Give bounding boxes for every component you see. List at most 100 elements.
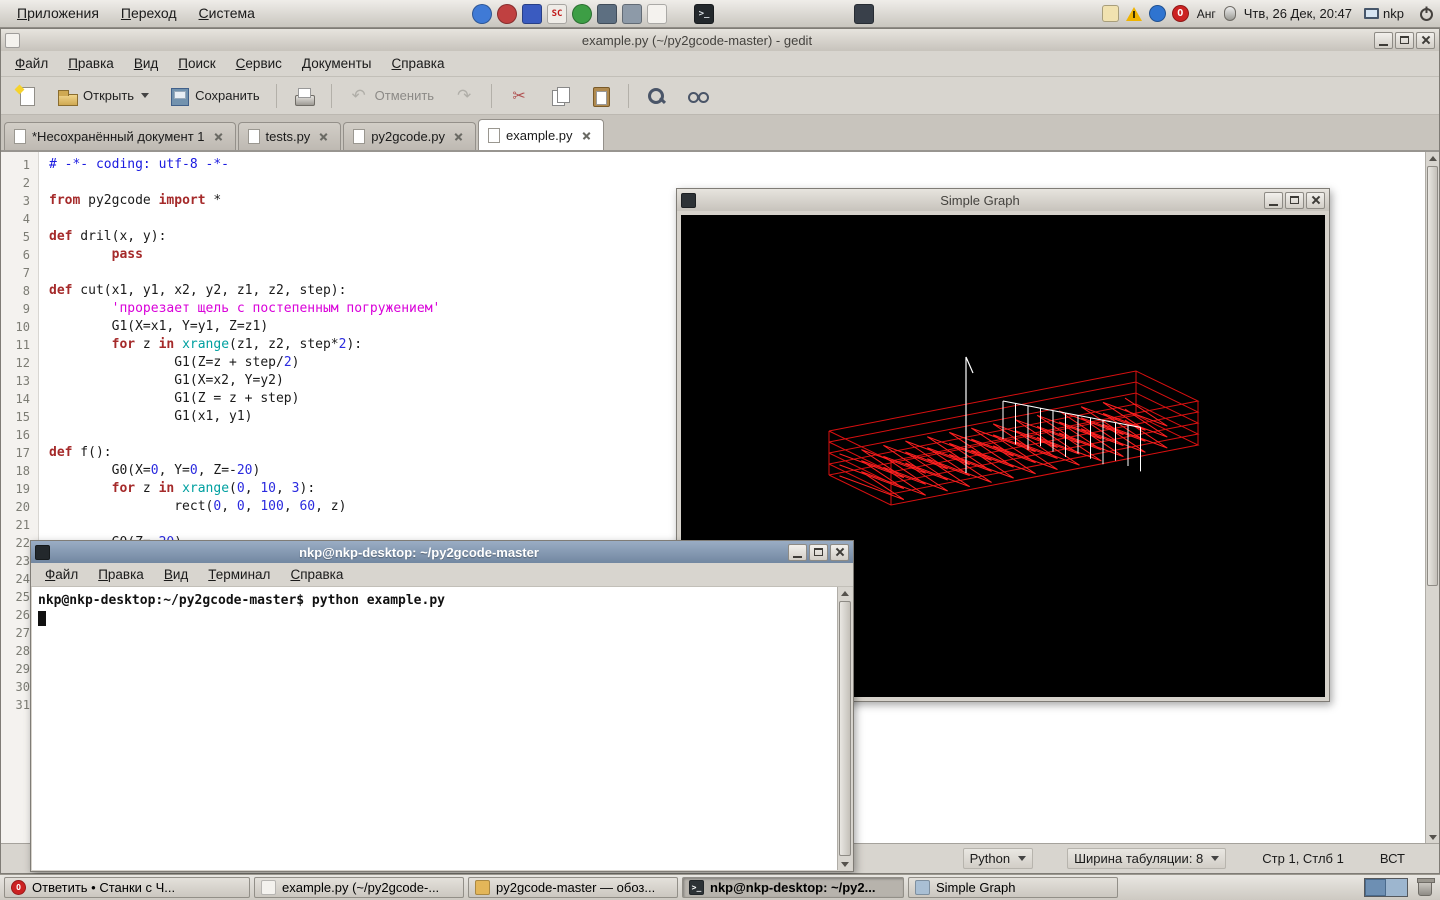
minimize-button[interactable] [788, 544, 807, 561]
redo-button[interactable]: ↷ [445, 81, 483, 111]
gedit-menu-item[interactable]: Документы [292, 51, 382, 76]
maximize-button[interactable] [1285, 192, 1304, 209]
launcher-calculator-icon[interactable] [597, 4, 617, 24]
close-button[interactable] [1306, 192, 1325, 209]
shutdown-button[interactable] [1416, 4, 1436, 24]
launcher-terminal-icon[interactable]: >_ [694, 4, 714, 24]
terminal-body[interactable]: nkp@nkp-desktop:~/py2gcode-master$ pytho… [32, 587, 852, 870]
replace-button[interactable] [678, 81, 716, 111]
taskbar-item[interactable]: py2gcode-master — обоз... [468, 877, 678, 898]
gedit-menu-item[interactable]: Поиск [168, 51, 225, 76]
find-button[interactable] [637, 81, 675, 111]
terminal-text[interactable]: nkp@nkp-desktop:~/py2gcode-master$ pytho… [32, 587, 836, 870]
panel-menu-item[interactable]: Переход [110, 0, 188, 27]
document-tab[interactable]: *Несохранённый документ 1 [4, 122, 236, 150]
open-folder-icon [56, 85, 78, 107]
minimize-button[interactable] [1264, 192, 1283, 209]
terminal-scrollbar[interactable] [837, 587, 852, 870]
tab-width-selector[interactable]: Ширина табуляции: 8 [1067, 848, 1226, 869]
tab-close-button[interactable] [316, 129, 331, 144]
launcher-text-editor-icon[interactable] [647, 4, 667, 24]
launcher-keyboard-icon[interactable] [854, 4, 874, 24]
terminal-window: nkp@nkp-desktop: ~/py2gcode-master ФайлП… [30, 540, 854, 872]
graph-titlebar[interactable]: Simple Graph [677, 189, 1329, 211]
gedit-menu-item[interactable]: Файл [5, 51, 58, 76]
panel-menu-item[interactable]: Приложения [6, 0, 110, 27]
tray-network-icon[interactable] [1149, 5, 1166, 22]
copy-button[interactable] [541, 81, 579, 111]
terminal-menu-item[interactable]: Справка [280, 562, 353, 587]
gedit-menu-item[interactable]: Вид [124, 51, 168, 76]
terminal-titlebar[interactable]: nkp@nkp-desktop: ~/py2gcode-master [31, 541, 853, 563]
open-button[interactable]: Открыть [48, 81, 157, 111]
scroll-up-arrow-icon[interactable] [1427, 152, 1438, 164]
panel-launchers: SC >_ [472, 4, 874, 24]
line-number: 15 [1, 408, 30, 426]
terminal-menu-item[interactable]: Правка [88, 562, 154, 587]
tray-warning-icon[interactable] [1125, 6, 1143, 22]
panel-menu-item[interactable]: Система [188, 0, 266, 27]
close-button[interactable] [830, 544, 849, 561]
launcher-news-icon[interactable] [622, 4, 642, 24]
launcher-tools-icon[interactable] [497, 4, 517, 24]
document-tab[interactable]: tests.py [238, 122, 342, 150]
user-switcher[interactable]: nkp [1360, 6, 1408, 21]
launcher-globe-icon[interactable] [572, 4, 592, 24]
gedit-menu-item[interactable]: Правка [58, 51, 124, 76]
scroll-down-arrow-icon[interactable] [1427, 831, 1438, 843]
cut-button[interactable]: ✂ [500, 81, 538, 111]
print-button[interactable] [285, 81, 323, 111]
gedit-window-title: example.py (~/py2gcode-master) - gedit [25, 33, 1369, 48]
tray-notes-icon[interactable] [1102, 5, 1119, 22]
line-number: 17 [1, 444, 30, 462]
terminal-menu-item[interactable]: Терминал [198, 562, 280, 587]
minimize-button[interactable] [1374, 32, 1393, 49]
tab-close-button[interactable] [579, 128, 594, 143]
scroll-down-arrow-icon[interactable] [839, 858, 851, 870]
document-tab[interactable]: py2gcode.py [343, 122, 476, 150]
gedit-menu-item[interactable]: Справка [382, 51, 455, 76]
maximize-button[interactable] [1395, 32, 1414, 49]
close-button[interactable] [1416, 32, 1435, 49]
scroll-up-arrow-icon[interactable] [839, 587, 851, 599]
terminal-menu-item[interactable]: Файл [35, 562, 88, 587]
taskbar-item[interactable]: example.py (~/py2gcode-... [254, 877, 464, 898]
terminal-menu-item[interactable]: Вид [154, 562, 198, 587]
line-number: 21 [1, 516, 30, 534]
launcher-database-icon[interactable] [522, 4, 542, 24]
taskbar-item[interactable]: OОтветить • Станки с Ч... [4, 877, 250, 898]
mouse-icon[interactable] [1224, 6, 1236, 21]
tab-close-button[interactable] [211, 129, 226, 144]
folder-icon [475, 880, 490, 895]
new-document-button[interactable] [7, 81, 45, 111]
gedit-titlebar[interactable]: example.py (~/py2gcode-master) - gedit [1, 29, 1439, 51]
line-number: 28 [1, 642, 30, 660]
find-icon [645, 85, 667, 107]
line-number: 27 [1, 624, 30, 642]
taskbar-item[interactable]: Simple Graph [908, 877, 1118, 898]
maximize-button[interactable] [809, 544, 828, 561]
tray-opera-icon[interactable]: O [1172, 5, 1189, 22]
undo-icon: ↶ [348, 85, 370, 107]
taskbar-item[interactable]: >_nkp@nkp-desktop: ~/py2... [682, 877, 904, 898]
tab-close-button[interactable] [451, 129, 466, 144]
gedit-menu-item[interactable]: Сервис [226, 51, 292, 76]
graph-app-icon [681, 193, 696, 208]
scrollbar-thumb[interactable] [1427, 166, 1438, 586]
editor-scrollbar[interactable] [1425, 152, 1439, 843]
language-selector[interactable]: Python [963, 848, 1033, 869]
launcher-sc-app-icon[interactable]: SC [547, 4, 567, 24]
document-icon [353, 129, 365, 144]
keyboard-layout-indicator[interactable]: Анг [1197, 7, 1216, 21]
save-icon [168, 85, 190, 107]
launcher-web-browser-icon[interactable] [472, 4, 492, 24]
paste-button[interactable] [582, 81, 620, 111]
save-button[interactable]: Сохранить [160, 81, 268, 111]
trash-icon[interactable] [1418, 881, 1432, 896]
workspace-2[interactable] [1386, 879, 1407, 896]
workspace-1[interactable] [1365, 879, 1386, 896]
clock-applet[interactable]: Чтв, 26 Дек, 20:47 [1244, 6, 1352, 21]
document-tab[interactable]: example.py [478, 119, 603, 150]
scrollbar-thumb[interactable] [839, 601, 851, 856]
undo-button[interactable]: ↶ Отменить [340, 81, 442, 111]
